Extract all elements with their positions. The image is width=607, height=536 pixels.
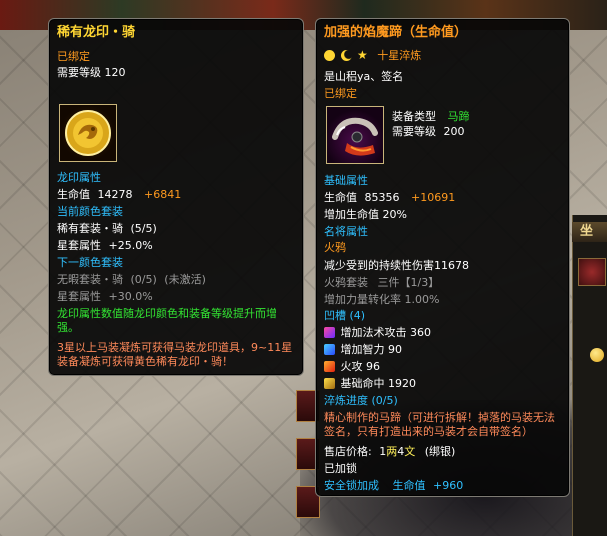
gem-slot-1: 增加法术攻击 360 [324,326,431,340]
hp-percent: 增加生命值 20% [324,208,407,221]
price-silver-unit: 文 [404,445,416,458]
gem-slot-3: 火攻 96 [324,360,380,374]
price-gold-unit: 两 [386,445,398,458]
emote-icon[interactable] [590,348,604,362]
set-effect: 增加力量转化率 1.00% [324,293,440,306]
golden-dragon-seal-icon [65,110,111,156]
magic-gem-icon [324,327,335,338]
hp-bonus: +6841 [144,188,182,201]
lock-bonus-attr: 生命值 [392,479,426,492]
equip-type-value: 马蹄 [447,110,470,123]
intellect-gem-icon [324,344,335,355]
item-icon-frame [59,104,117,162]
current-set-attr: 星套属性 +25.0% [57,239,153,253]
hp-value: 14278 [97,188,133,201]
bound-status: 已绑定 [324,87,357,100]
gem-slot-2: 增加智力 90 [324,343,402,357]
next-set-row: 无暇套装・骑 (0/5) (未激活) [57,273,206,287]
general-effect: 减少受到的持续性伤害11678 [324,259,469,272]
required-level-label: 需要等级 [392,125,436,138]
gem-1-text: 增加法术攻击 360 [340,326,432,339]
price-note: (绑银) [424,445,456,458]
star-rating: ★ 十星淬炼 [324,48,421,63]
required-level: 需要等级 200 [392,125,465,139]
equip-type-label: 装备类型 [392,110,436,123]
seal-acquire-hint: 3星以上马装凝炼可获得马装龙印道具，9~11星装备凝炼可获得黄色稀有龙印・骑！ [57,341,293,368]
required-level-value: 200 [443,125,465,138]
hp-label: 生命值 [324,191,357,204]
signer-name: 是山稆ya、签名 [324,70,404,83]
hp-row: 生命值 14278 +6841 [57,188,181,202]
next-set-name: 无暇套装・骑 [57,273,123,286]
seal-description: 龙印属性数值随龙印颜色和装备等级提升而增强。 [57,307,277,334]
gem-slot-4: 基础命中 1920 [324,377,416,391]
current-set-header: 当前颜色套装 [57,205,123,218]
current-set-attr-value: +25.0% [108,239,153,252]
current-set-count: (5/5) [130,222,157,235]
star-icon: ★ [357,48,368,62]
hp-label: 生命值 [57,188,90,201]
current-set-row: 稀有套装・骑 (5/5) [57,222,157,236]
gem-2-text: 增加智力 90 [340,343,403,356]
gem-4-text: 基础命中 1920 [340,377,417,390]
slots-header: 凹槽 (4) [324,309,366,322]
next-set-attr: 星套属性 +30.0% [57,290,153,304]
refine-progress: 淬炼进度 (0/5) [324,394,398,407]
flame-demon-hoof-icon [332,117,378,156]
bound-status: 已绑定 [57,50,90,63]
required-level-label: 需要等级 [57,66,101,79]
sell-price: 售店价格: 1两4文 (绑银) [324,445,455,459]
item-title: 稀有龙印・骑 [57,25,136,40]
dragon-seal-tooltip: 稀有龙印・骑 已绑定 需要等级 120 龙印属性 生命值 14278 +6841… [48,18,304,376]
sell-price-label: 售店价格: [324,445,372,458]
sun-icon [324,50,335,61]
lock-status: 已加锁 [324,462,357,475]
item-description: 精心制作的马蹄（可进行拆解！掉落的马装无法签名，只有打造出来的马装才会自带签名） [324,411,555,438]
lock-bonus: 安全锁加成 生命值 +960 [324,479,463,493]
lock-bonus-label: 安全锁加成 [324,479,379,492]
next-set-attr-label: 星套属性 [57,290,101,303]
general-name: 火鸦 [324,241,346,254]
gem-3-text: 火攻 96 [340,360,381,373]
next-set-attr-value: +30.0% [108,290,153,303]
base-attr-header: 基础属性 [324,174,368,187]
mount-equip-slot[interactable] [578,258,606,286]
equipment-tooltip: 加强的焰魔蹄（生命值） ★ 十星淬炼 是山稆ya、签名 已绑定 装备类型 马蹄 … [315,18,570,497]
general-attr-header: 名将属性 [324,225,368,238]
lock-bonus-value: +960 [433,479,464,492]
fire-gem-icon [324,361,335,372]
hp-row: 生命值 85356 +10691 [324,191,455,205]
current-set-attr-label: 星套属性 [57,239,101,252]
hit-gem-icon [324,378,335,389]
seal-attr-header: 龙印属性 [57,171,101,184]
star-text: 十星淬炼 [377,49,422,62]
required-level-value: 120 [104,66,126,79]
hp-bonus: +10691 [411,191,456,204]
item-title: 加强的焰魔蹄（生命值） [324,25,468,40]
next-set-count: (0/5) [130,273,157,286]
set-row: 火鸦套装 三件【1/3】 [324,276,439,290]
moon-icon [340,50,352,61]
equip-type: 装备类型 马蹄 [392,110,470,124]
next-set-header: 下一颜色套装 [57,256,123,269]
next-set-state: (未激活) [164,273,206,286]
mount-side-tab[interactable]: 坐 [572,222,607,242]
required-level: 需要等级 120 [57,66,126,80]
set-piece: 三件【1/3】 [377,276,440,289]
set-name: 火鸦套装 [324,276,368,289]
item-icon-frame [326,106,384,164]
current-set-name: 稀有套装・骑 [57,222,123,235]
hp-value: 85356 [364,191,400,204]
